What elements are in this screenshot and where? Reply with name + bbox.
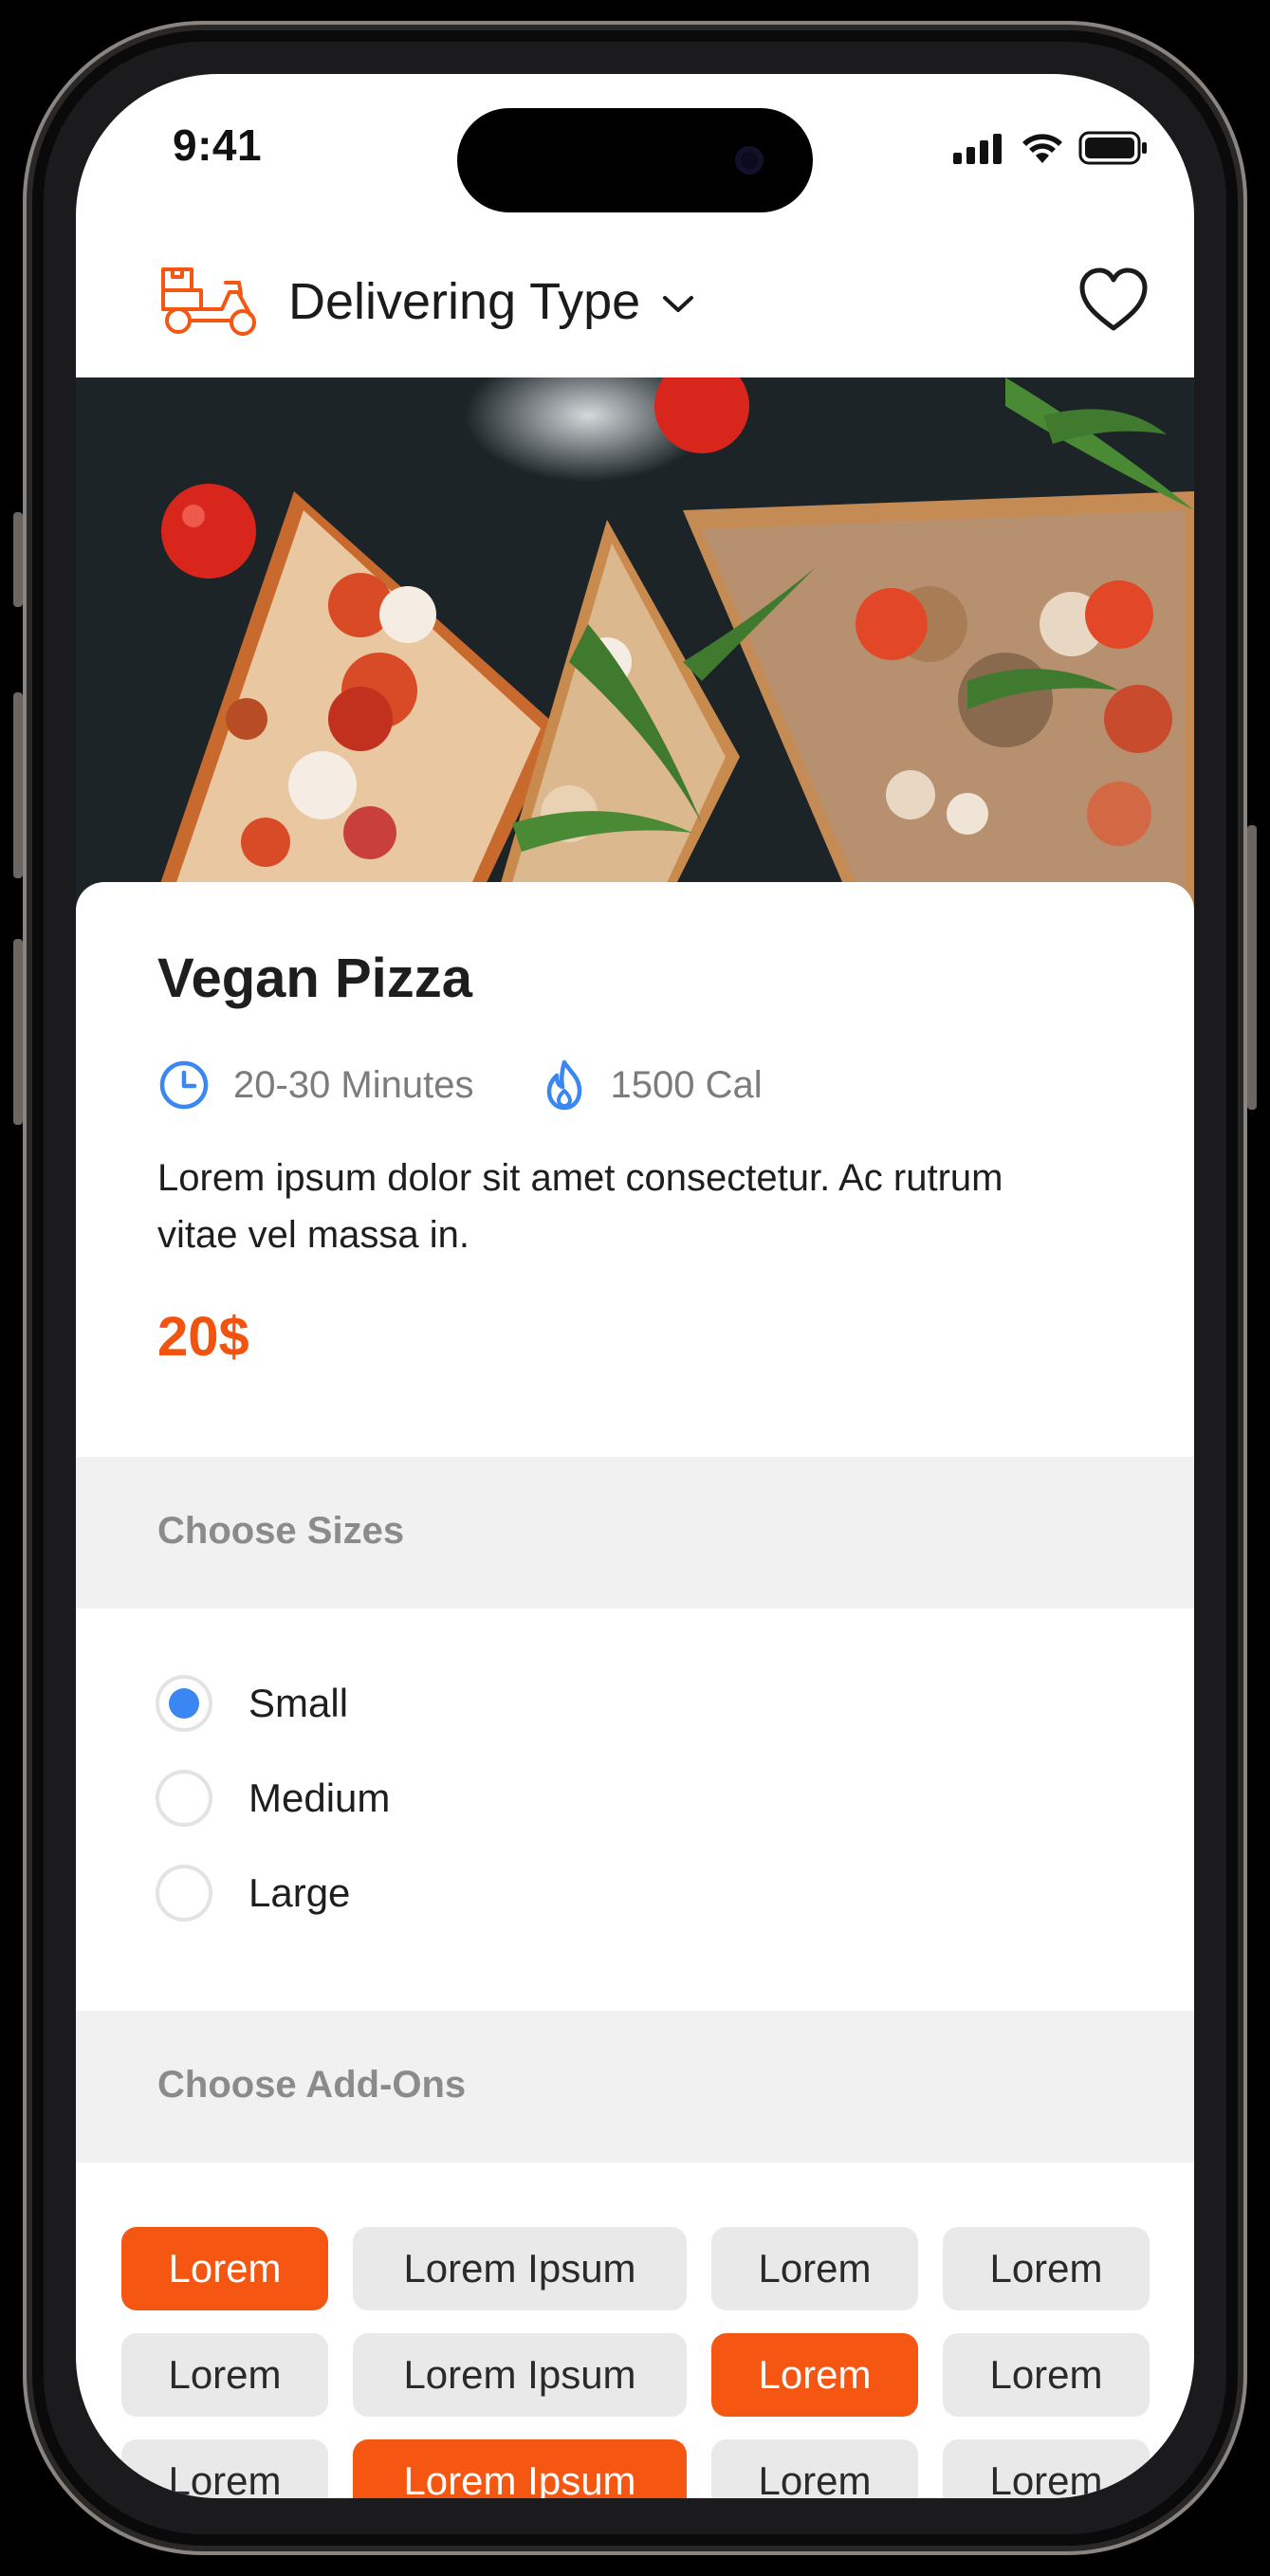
app-screen: 9:41 Delivering Type Vegan Pizza 20-30 M… (76, 74, 1194, 2498)
addon-chip-r1-c1[interactable]: Lorem (121, 2227, 328, 2310)
addon-chip-r3-c1[interactable]: Lorem (121, 2439, 328, 2498)
radio-medium[interactable] (156, 1770, 212, 1827)
delivery-type-selector[interactable]: Delivering Type (159, 226, 695, 377)
product-description: Lorem ipsum dolor sit amet consectetur. … (157, 1157, 1003, 1256)
addon-chip-r3-c4[interactable]: Lorem (943, 2439, 1150, 2498)
addon-chip-r1-c3[interactable]: Lorem (711, 2227, 918, 2310)
size-option-small[interactable]: Small (156, 1673, 348, 1734)
size-options: Small Medium Large (76, 1609, 1194, 2011)
product-price: 20$ (157, 1306, 249, 1368)
calories: 1500 Cal (542, 1058, 763, 1112)
sizes-section-header: Choose Sizes (76, 1457, 1194, 1609)
delivery-scooter-icon (161, 267, 256, 336)
sizes-heading: Choose Sizes (157, 1510, 405, 1552)
size-label-large: Large (248, 1870, 351, 1915)
size-option-large[interactable]: Large (156, 1863, 350, 1923)
addons-heading: Choose Add-Ons (157, 2064, 467, 2106)
addon-chip-r1-c4[interactable]: Lorem (943, 2227, 1150, 2310)
size-label-small: Small (248, 1681, 349, 1725)
clock-icon (159, 1060, 209, 1110)
flame-icon (547, 1059, 582, 1111)
addon-chip-r2-c3[interactable]: Lorem (711, 2333, 918, 2417)
addon-chip-r2-c4[interactable]: Lorem (943, 2333, 1150, 2417)
product-meta: 20-30 Minutes 1500 Cal (157, 1058, 763, 1112)
app-header: Delivering Type (76, 226, 1194, 377)
status-icons (953, 129, 1149, 167)
radio-large[interactable] (156, 1865, 212, 1922)
addon-chip-r2-c1[interactable]: Lorem (121, 2333, 328, 2417)
battery-icon (1078, 131, 1147, 165)
prep-time-text: 20-30 Minutes (233, 1063, 474, 1106)
volume-up-button (13, 692, 23, 878)
dynamic-island (457, 108, 813, 212)
product-name: Vegan Pizza (157, 948, 473, 1009)
size-label-medium: Medium (248, 1776, 391, 1820)
addon-chips: Lorem Lorem Ipsum Lorem Lorem Lorem Lore… (76, 2161, 1194, 2498)
volume-down-button (13, 939, 23, 1125)
status-time: 9:41 (173, 120, 263, 170)
addons-section-header: Choose Add-Ons (76, 2011, 1194, 2162)
calories-text: 1500 Cal (610, 1063, 763, 1106)
addon-chip-r3-c2[interactable]: Lorem Ipsum (353, 2439, 687, 2498)
product-details: Vegan Pizza 20-30 Minutes 1500 Cal Lorem… (76, 882, 1194, 1463)
action-button (13, 512, 23, 607)
size-option-medium[interactable]: Medium (156, 1768, 390, 1829)
power-button (1247, 825, 1257, 1110)
cellular-signal-icon (953, 134, 1002, 164)
status-bar: 9:41 (76, 74, 1194, 216)
chevron-down-icon (663, 296, 694, 312)
favorite-heart-icon[interactable] (1077, 264, 1150, 338)
product-image (76, 377, 1194, 909)
front-camera-icon (735, 146, 764, 175)
pizza-photo (76, 377, 1194, 909)
delivery-type-title: Delivering Type (288, 273, 641, 330)
addon-chip-r3-c3[interactable]: Lorem (711, 2439, 918, 2498)
radio-small[interactable] (156, 1675, 212, 1732)
addon-chip-r1-c2[interactable]: Lorem Ipsum (353, 2227, 687, 2310)
prep-time: 20-30 Minutes (157, 1058, 473, 1112)
wifi-icon (1022, 134, 1062, 163)
addon-chip-r2-c2[interactable]: Lorem Ipsum (353, 2333, 687, 2417)
